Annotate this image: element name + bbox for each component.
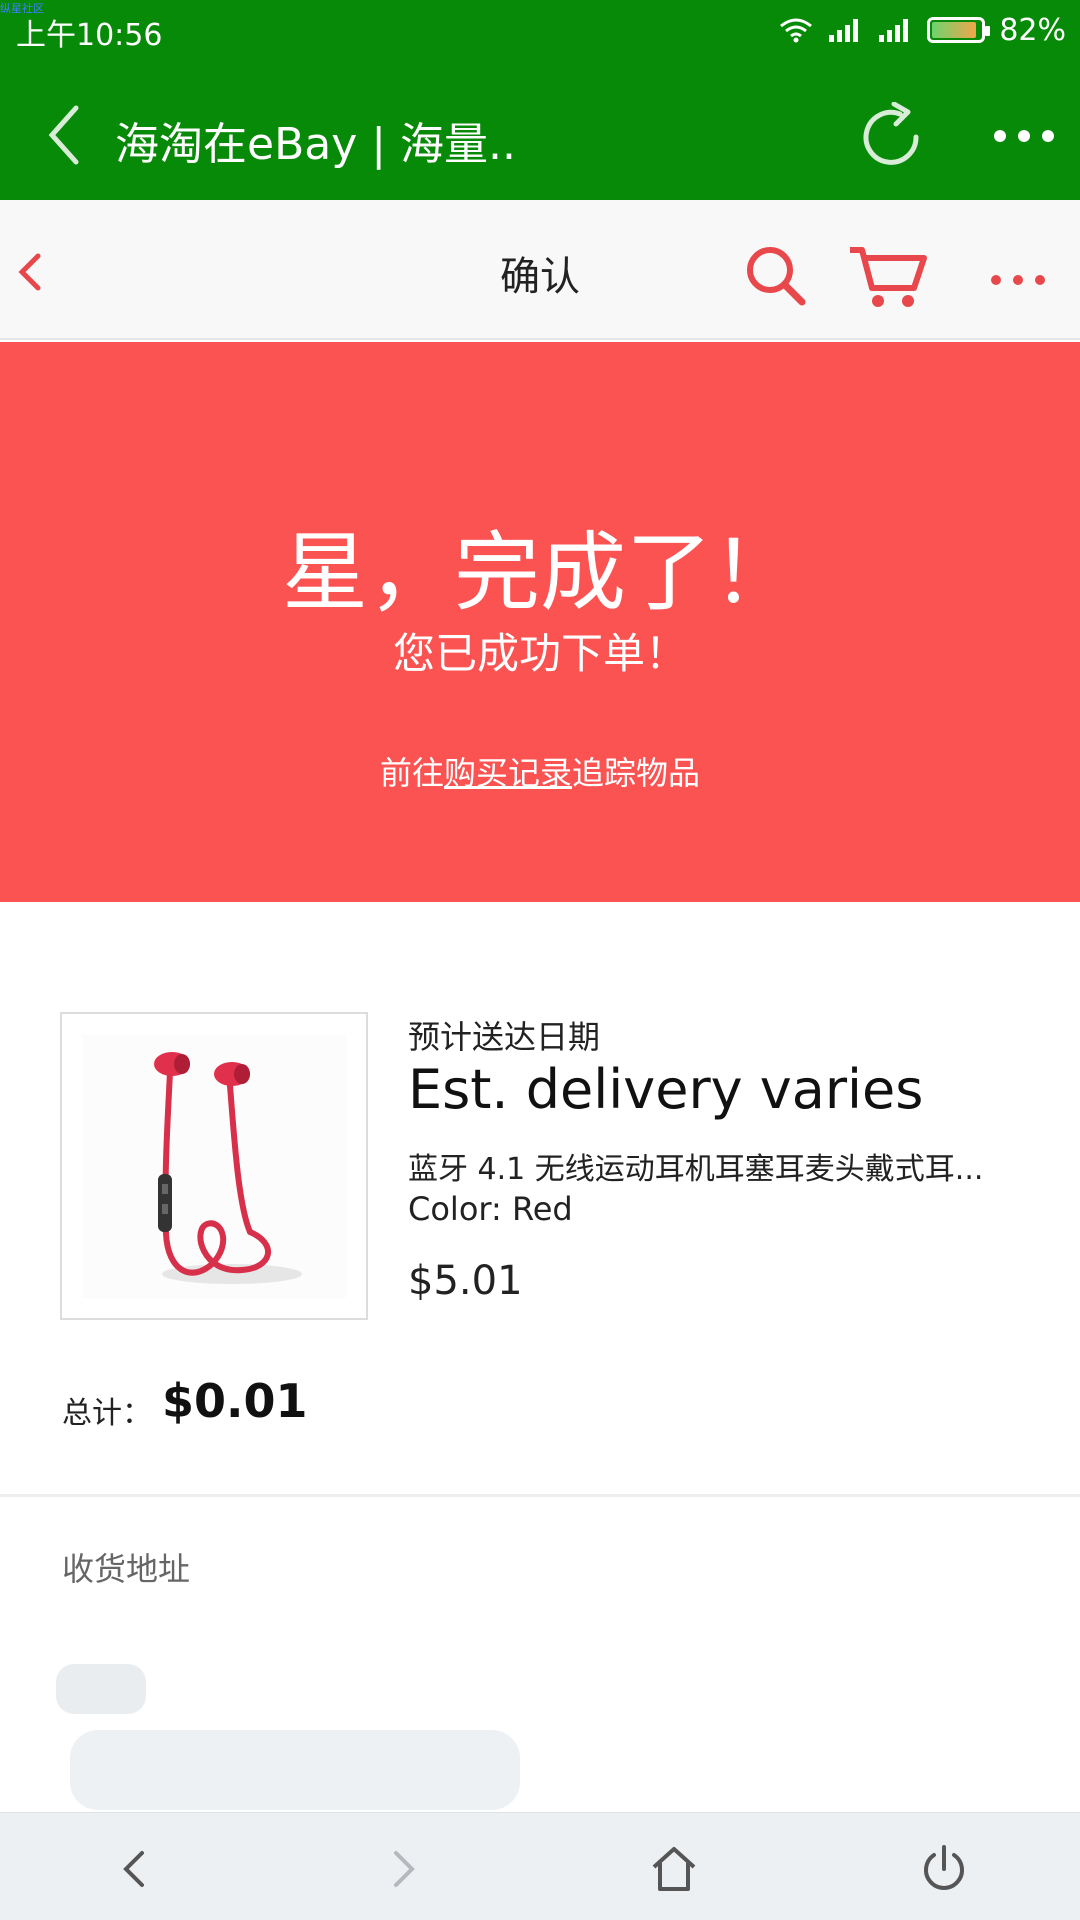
eta-value: Est. delivery varies: [408, 1058, 924, 1121]
item-price: $5.01: [408, 1258, 523, 1304]
link-suffix: 追踪物品: [572, 754, 701, 792]
battery-percent: 82%: [999, 12, 1066, 48]
eta-label: 预计送达日期: [408, 1018, 601, 1056]
power-icon[interactable]: [918, 1843, 970, 1895]
success-subheading: 您已成功下单！: [392, 629, 687, 678]
purchase-history-line: 前往购买记录追踪物品: [0, 748, 1080, 794]
status-time: 上午10:56: [16, 18, 163, 53]
earphones-image: [82, 1034, 346, 1298]
wifi-icon: [780, 18, 813, 43]
signal-icon: [879, 19, 909, 42]
total-label: 总计：: [62, 1396, 152, 1431]
shipping-address-label: 收货地址: [62, 1550, 191, 1588]
search-icon[interactable]: [744, 244, 808, 308]
home-icon[interactable]: [648, 1843, 700, 1895]
battery-icon: [927, 17, 991, 43]
redacted-address: [70, 1730, 520, 1810]
status-icons: 82%: [779, 10, 1066, 50]
item-color: Color: Red: [408, 1190, 573, 1228]
browser-title: 海淘在eBay | 海量..: [115, 119, 517, 170]
item-title[interactable]: 蓝牙 4.1 无线运动耳机耳塞耳麦头戴式耳...: [408, 1144, 1048, 1188]
refresh-icon[interactable]: [856, 102, 926, 172]
page-navbar: 确认: [0, 200, 1080, 340]
more-icon[interactable]: [988, 270, 1048, 290]
signal-icon: [829, 19, 859, 42]
browser-toolbar: [0, 1812, 1080, 1920]
purchase-history-link[interactable]: 购买记录: [444, 754, 572, 792]
total-value: $0.01: [162, 1374, 308, 1428]
browser-header: 纵星社区 上午10:56 82% 海淘在eBay | 海量..: [0, 0, 1080, 200]
success-banner: 星，完成了！ 您已成功下单！ 前往购买记录追踪物品: [0, 342, 1080, 902]
product-image[interactable]: [60, 1012, 368, 1320]
redacted-address: [56, 1664, 146, 1714]
more-icon[interactable]: [992, 118, 1056, 154]
back-icon[interactable]: [110, 1843, 162, 1895]
back-icon[interactable]: [40, 100, 90, 170]
link-prefix: 前往: [379, 754, 444, 792]
forward-icon[interactable]: [376, 1843, 428, 1895]
divider: [0, 1494, 1080, 1497]
cart-icon[interactable]: [848, 244, 928, 310]
success-heading: 星，完成了！: [282, 523, 798, 623]
